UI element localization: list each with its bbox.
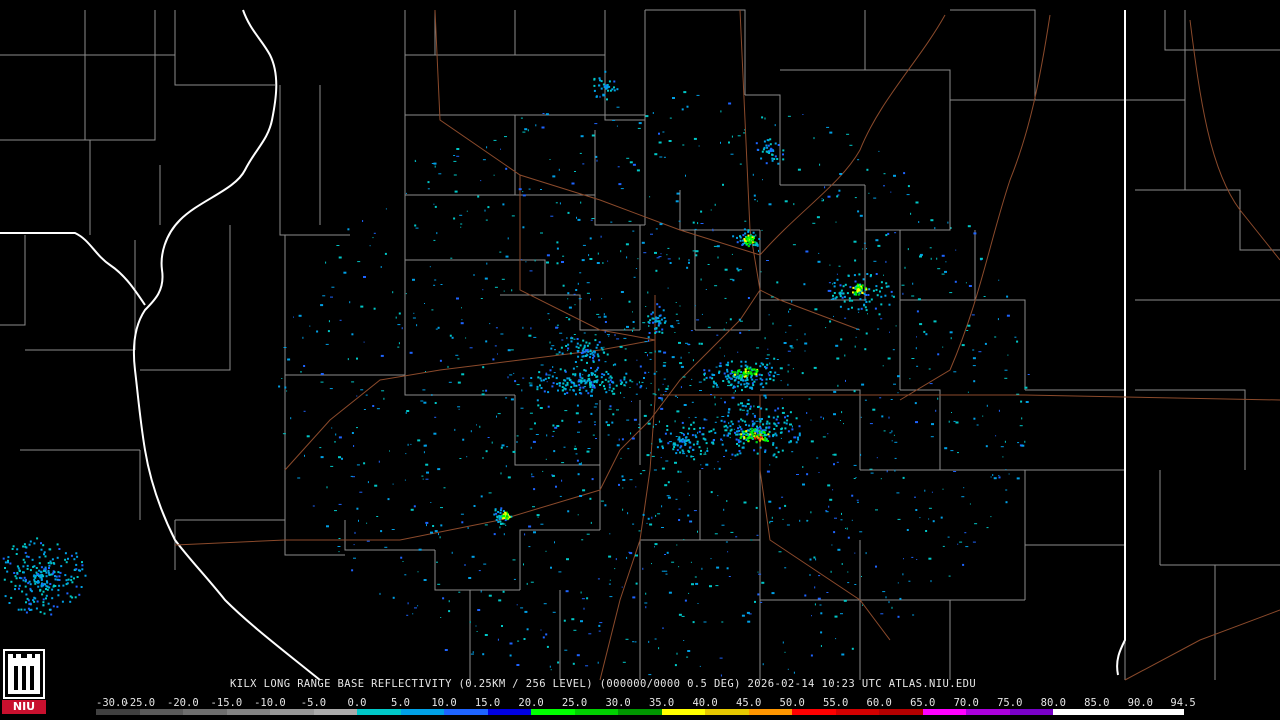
- color-bar-segment: [444, 709, 488, 715]
- color-bar-segment: [1140, 709, 1184, 715]
- color-bar-segment: [574, 709, 619, 715]
- scale-label: 35.0: [648, 697, 675, 709]
- color-bar-segment: [792, 709, 836, 715]
- color-bar-segment: [400, 709, 445, 715]
- state-boundaries: [0, 9, 1126, 681]
- color-bar-segment: [226, 709, 271, 715]
- color-bar-segment: [1096, 709, 1141, 715]
- niu-castle-icon: [3, 649, 45, 699]
- scale-label: 50.0: [779, 697, 805, 709]
- color-bar-segment: [748, 709, 793, 715]
- scale-label: -5.0: [300, 697, 327, 709]
- scale-label: 40.0: [692, 697, 718, 709]
- scale-label: 5.0: [391, 697, 410, 709]
- scale-label: 30.0: [605, 697, 631, 709]
- scale-label: -25.0: [123, 697, 156, 709]
- scale-label: 10.0: [431, 697, 457, 709]
- color-bar-segment: [96, 709, 140, 715]
- scale-label: 20.0: [518, 697, 544, 709]
- color-bar-segment: [922, 709, 967, 715]
- color-bar-segment: [313, 709, 358, 715]
- color-bar-segment: [357, 709, 401, 715]
- scale-label: -15.0: [210, 697, 243, 709]
- scale-label: 65.0: [910, 697, 936, 709]
- reflectivity-color-bar: [96, 709, 1184, 715]
- niu-logo: NIU: [2, 648, 46, 716]
- scale-label: 60.0: [866, 697, 892, 709]
- scale-label: 90.0: [1127, 697, 1153, 709]
- color-bar-segment: [705, 709, 749, 715]
- color-bar-segment: [487, 709, 532, 715]
- radar-map-viewport: KILX LONG RANGE BASE REFLECTIVITY (0.25K…: [0, 0, 1280, 720]
- scale-label: 70.0: [953, 697, 979, 709]
- scale-label: 25.0: [561, 697, 588, 709]
- niu-logo-text: NIU: [2, 700, 46, 714]
- scale-label: 45.0: [736, 697, 762, 709]
- color-bar-segment: [270, 709, 314, 715]
- radar-map: [0, 9, 1280, 681]
- color-bar-segment: [1009, 709, 1054, 715]
- scale-label: 0.0: [347, 697, 367, 709]
- scale-label: 55.0: [823, 697, 849, 709]
- scale-label: 94.5: [1170, 697, 1196, 709]
- reflectivity-scale-labels: -30.0 -25.0 -20.0 -15.0 -10.0 -5.0 0.0 5.0 10.0 1…: [96, 697, 1196, 709]
- color-bar-segment: [661, 709, 706, 715]
- product-title: KILX LONG RANGE BASE REFLECTIVITY (0.25K…: [230, 678, 977, 690]
- color-bar-segment: [139, 709, 184, 715]
- scale-label: -20.0: [167, 697, 199, 709]
- color-bar-segment: [183, 709, 227, 715]
- scale-label: 75.0: [997, 697, 1023, 709]
- scale-label: 85.0: [1084, 697, 1110, 709]
- color-bar-segment: [879, 709, 923, 715]
- scale-label: -10.0: [254, 697, 286, 709]
- color-bar-segment: [1053, 709, 1097, 715]
- color-bar-segment: [618, 709, 662, 715]
- county-boundaries: [0, 9, 1280, 680]
- color-bar-segment: [531, 709, 575, 715]
- scale-label: 80.0: [1040, 697, 1066, 709]
- color-bar-segment: [966, 709, 1010, 715]
- highways: [174, 9, 1280, 681]
- color-bar-segment: [835, 709, 880, 715]
- scale-label: 15.0: [474, 697, 501, 709]
